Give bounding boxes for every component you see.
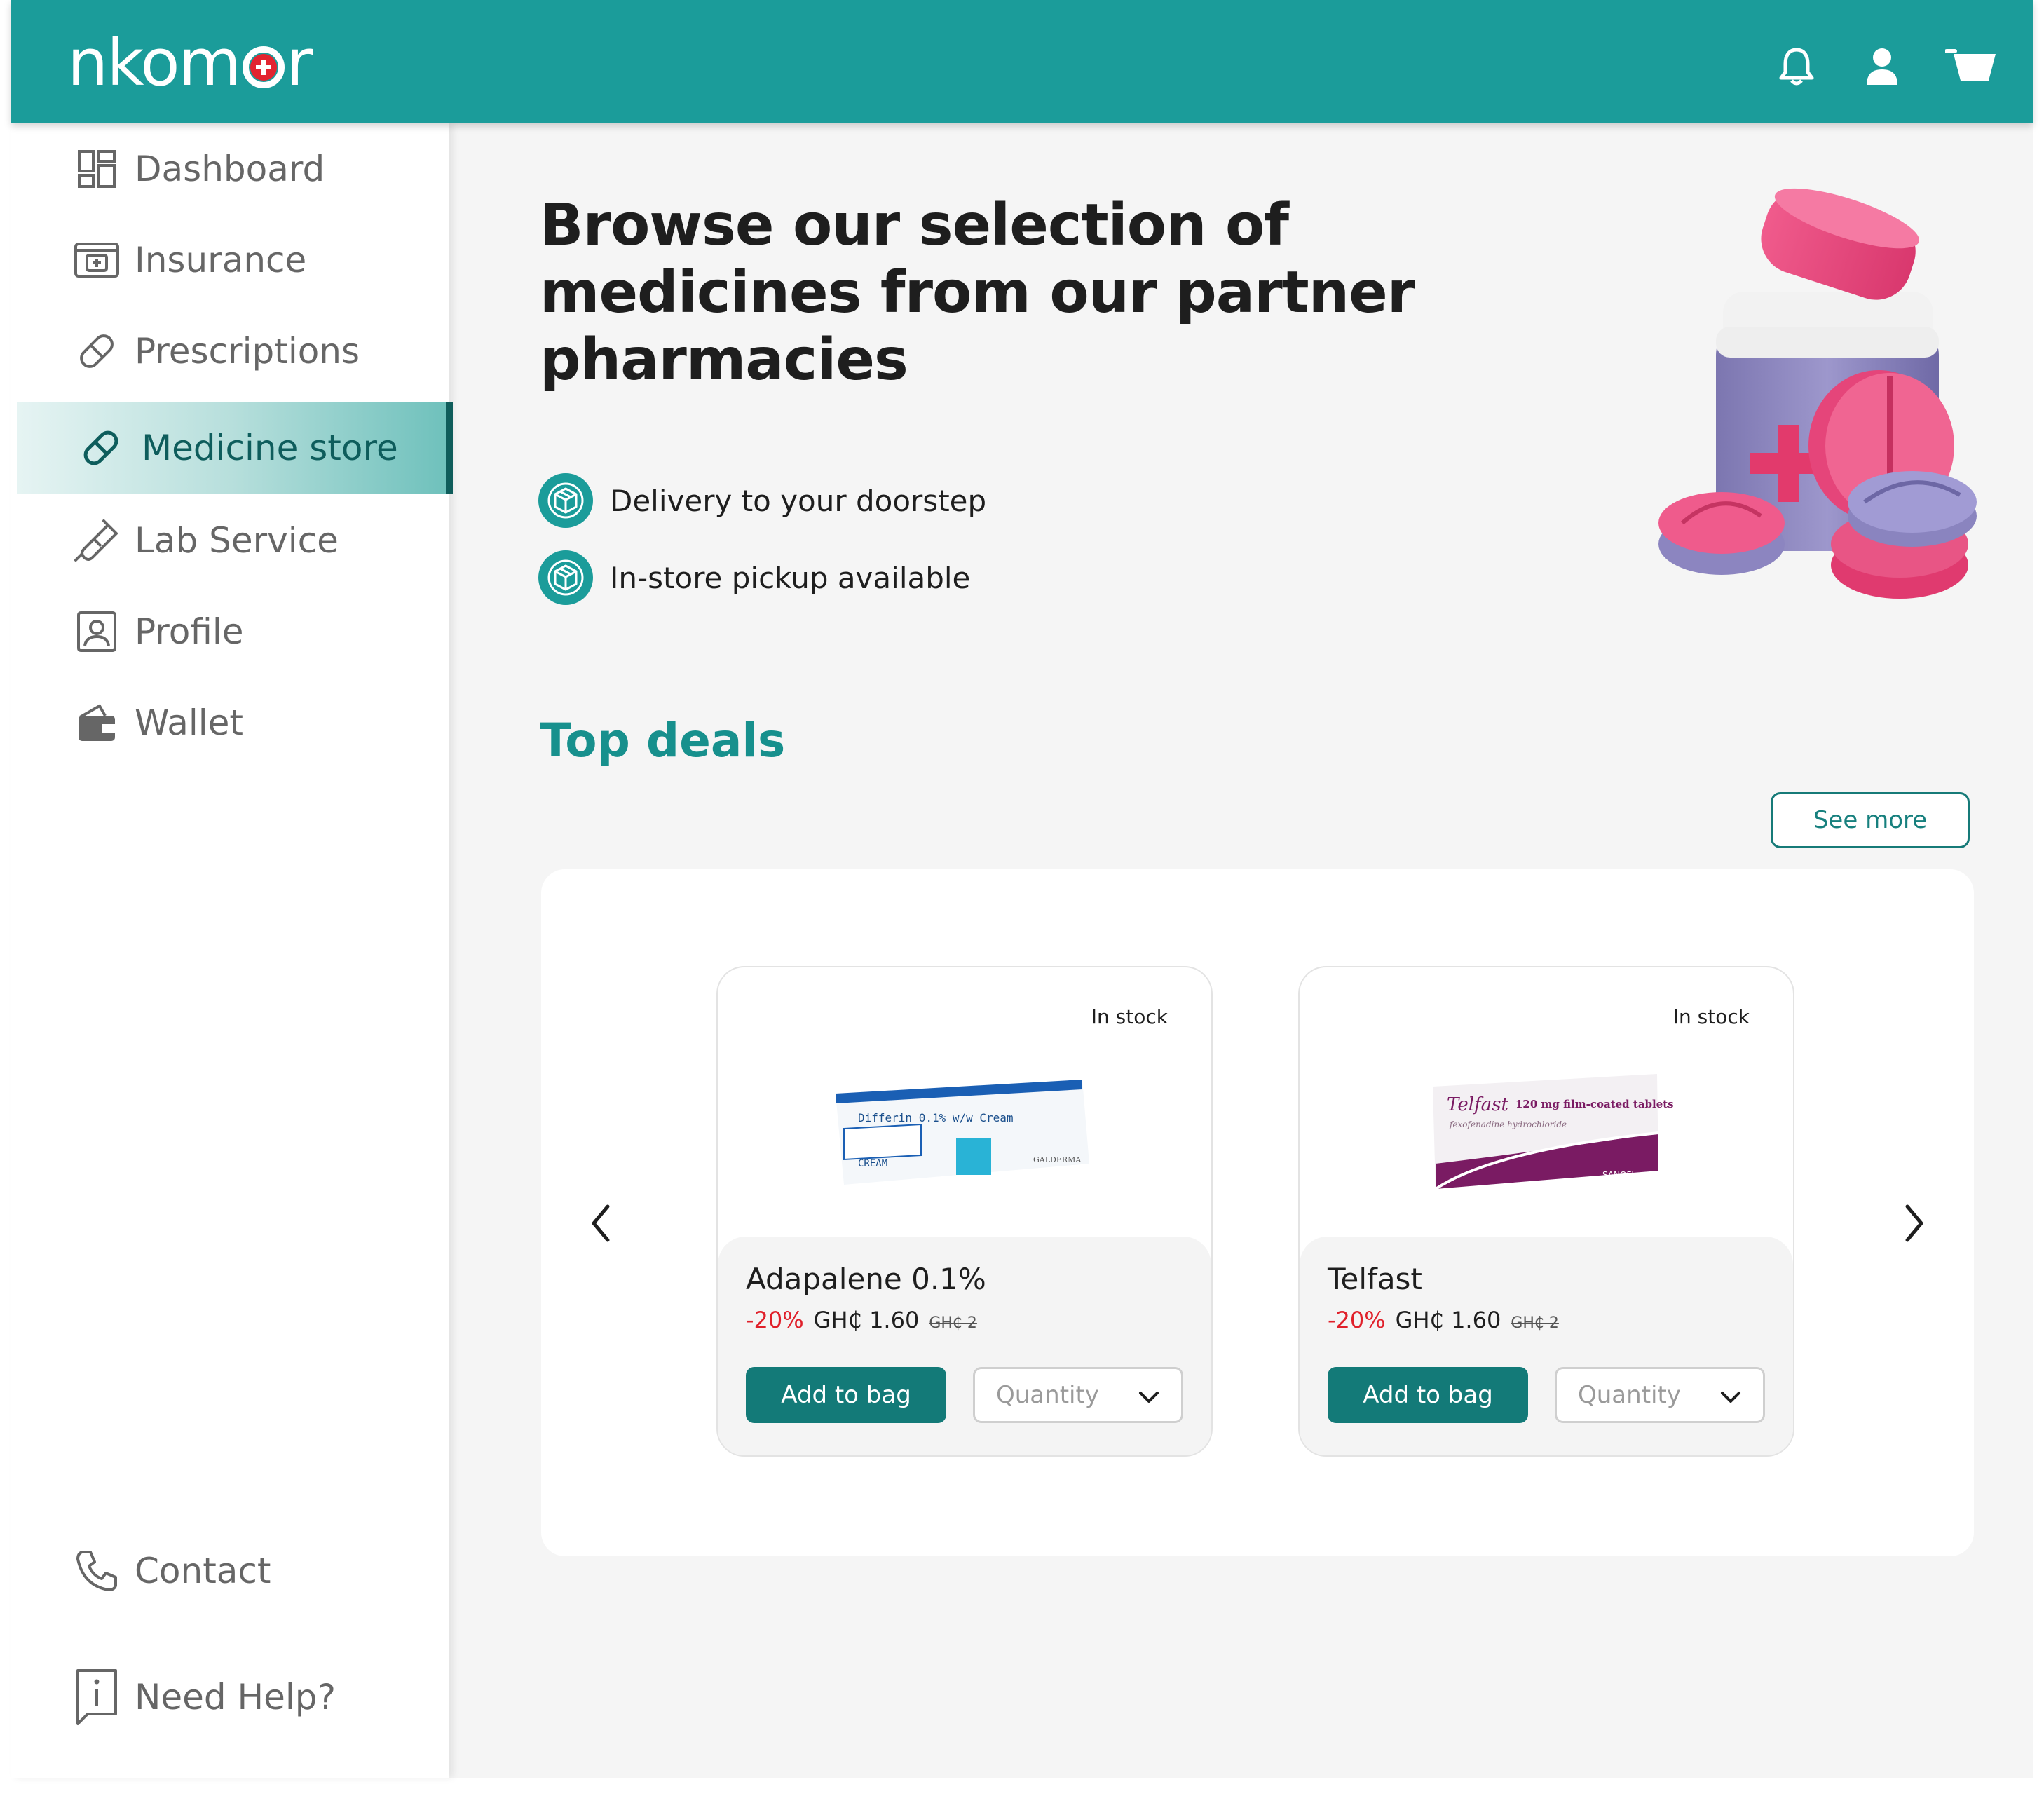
sidebar-item-wallet[interactable]: Wallet	[17, 677, 453, 768]
chevron-right-icon	[1905, 1204, 1923, 1242]
info-icon	[73, 1669, 121, 1725]
logo-text-right: r	[286, 25, 313, 100]
old-price: GH₵ 2	[1511, 1314, 1559, 1332]
page: { "app": { "logo_text_left": "nkom", "lo…	[0, 0, 2044, 1796]
top-deals-title: Top deals	[540, 714, 786, 768]
medicine-bottle-illustration	[1658, 188, 1977, 599]
sidebar-item-prescriptions[interactable]: Prescriptions	[17, 306, 453, 397]
sidebar-item-label: Lab Service	[135, 520, 339, 561]
logo-cross-icon	[243, 46, 285, 88]
feature-text: Delivery to your doorstep	[610, 483, 987, 518]
top-header: nkom r	[11, 0, 2033, 123]
quantity-select[interactable]: Quantity	[973, 1367, 1183, 1423]
pack-brand: GALDERMA	[1033, 1155, 1082, 1164]
add-to-bag-button[interactable]: Add to bag	[1328, 1367, 1528, 1423]
sidebar-item-profile[interactable]: Profile	[17, 586, 453, 677]
pack-text: CREAM	[858, 1158, 887, 1169]
product-name: Telfast	[1328, 1262, 1422, 1296]
quantity-placeholder: Quantity	[996, 1381, 1099, 1409]
product-image: Differin 0.1% w/w Cream CREAM GALDERMA	[836, 1080, 1089, 1185]
product-info: Adapalene 0.1% -20% GH₵ 1.60 GH₵ 2 Add t…	[718, 1237, 1211, 1455]
test-tube-icon	[73, 517, 121, 564]
chevron-down-icon	[1139, 1392, 1159, 1403]
cart-icon[interactable]	[1940, 42, 2003, 91]
stock-status: In stock	[1091, 1005, 1168, 1028]
old-price: GH₵ 2	[929, 1314, 977, 1332]
product-image: Telfast 120 mg film-coated tablets fexof…	[1433, 1074, 1674, 1190]
box-icon	[538, 473, 593, 528]
sidebar: Dashboard Insurance Prescriptions Medici…	[11, 123, 453, 1778]
sidebar-item-label: Need Help?	[135, 1677, 336, 1717]
pill-icon	[73, 327, 121, 375]
bell-icon[interactable]	[1772, 42, 1821, 91]
phone-icon	[73, 1547, 121, 1595]
pack-text: fexofenadine hydrochloride	[1449, 1120, 1567, 1129]
sidebar-item-need-help[interactable]: Need Help?	[17, 1652, 453, 1743]
sidebar-item-contact[interactable]: Contact	[17, 1525, 453, 1617]
product-name: Adapalene 0.1%	[746, 1262, 986, 1296]
box-icon	[538, 550, 593, 605]
stock-status: In stock	[1672, 1005, 1750, 1028]
product-info: Telfast -20% GH₵ 1.60 GH₵ 2 Add to bag Q…	[1300, 1237, 1793, 1455]
product-price: -20% GH₵ 1.60 GH₵ 2	[1328, 1307, 1559, 1333]
insurance-card-icon	[73, 236, 121, 284]
see-more-button[interactable]: See more	[1771, 792, 1970, 848]
hero-title-line: pharmacies	[540, 327, 908, 393]
wallet-icon	[73, 699, 121, 747]
user-icon[interactable]	[1858, 42, 1907, 91]
pack-text: Differin 0.1% w/w Cream	[858, 1111, 1014, 1124]
carousel-next-button[interactable]	[1890, 1199, 1939, 1248]
feature-delivery: Delivery to your doorstep	[538, 472, 986, 529]
pack-text: Telfast	[1447, 1094, 1508, 1115]
hero-title: Browse our selection of medicines from o…	[540, 192, 1451, 394]
sidebar-item-insurance[interactable]: Insurance	[17, 215, 453, 306]
feature-pickup: In-store pickup available	[538, 550, 970, 606]
pack-text: 120 mg film-coated tablets	[1515, 1098, 1674, 1110]
add-to-bag-button[interactable]: Add to bag	[746, 1367, 946, 1423]
chevron-down-icon	[1721, 1392, 1740, 1403]
product-card[interactable]: In stock Differin 0.1% w/w Cream CREAM G…	[716, 966, 1213, 1457]
feature-text: In-store pickup available	[610, 560, 971, 595]
current-price: GH₵ 1.60	[1395, 1307, 1501, 1333]
sidebar-item-dashboard[interactable]: Dashboard	[17, 123, 453, 215]
discount-badge: -20%	[1328, 1307, 1386, 1333]
profile-icon	[73, 608, 121, 655]
product-price: -20% GH₵ 1.60 GH₵ 2	[746, 1307, 977, 1333]
discount-badge: -20%	[746, 1307, 804, 1333]
sidebar-item-label: Insurance	[135, 240, 307, 280]
dashboard-icon	[73, 145, 121, 193]
sidebar-item-label: Medicine store	[142, 428, 398, 468]
main-content: Browse our selection of medicines from o…	[449, 123, 2033, 1778]
hero-title-line: Browse our selection of	[540, 192, 1289, 259]
deals-carousel: In stock Differin 0.1% w/w Cream CREAM G…	[541, 869, 1974, 1556]
quantity-select[interactable]: Quantity	[1555, 1367, 1765, 1423]
current-price: GH₵ 1.60	[813, 1307, 920, 1333]
sidebar-item-label: Contact	[135, 1551, 271, 1591]
pack-brand: SANOFI	[1602, 1170, 1634, 1180]
pill-icon	[77, 424, 125, 472]
product-card[interactable]: In stock Telfast 120 mg film-coated tabl…	[1298, 966, 1794, 1457]
sidebar-item-lab-service[interactable]: Lab Service	[17, 495, 453, 586]
quantity-placeholder: Quantity	[1578, 1381, 1681, 1409]
sidebar-item-label: Prescriptions	[135, 331, 360, 372]
nkomor-logo[interactable]: nkom r	[67, 24, 313, 101]
chevron-left-icon	[592, 1204, 610, 1242]
page-bottom-margin	[0, 1778, 2044, 1796]
sidebar-item-medicine-store[interactable]: Medicine store	[17, 402, 453, 494]
hero-title-line: medicines from our partner	[540, 259, 1415, 326]
sidebar-item-label: Wallet	[135, 702, 244, 743]
logo-text-left: nkom	[67, 25, 241, 100]
carousel-prev-button[interactable]	[576, 1199, 625, 1248]
sidebar-item-label: Dashboard	[135, 149, 325, 189]
sidebar-item-label: Profile	[135, 611, 244, 652]
